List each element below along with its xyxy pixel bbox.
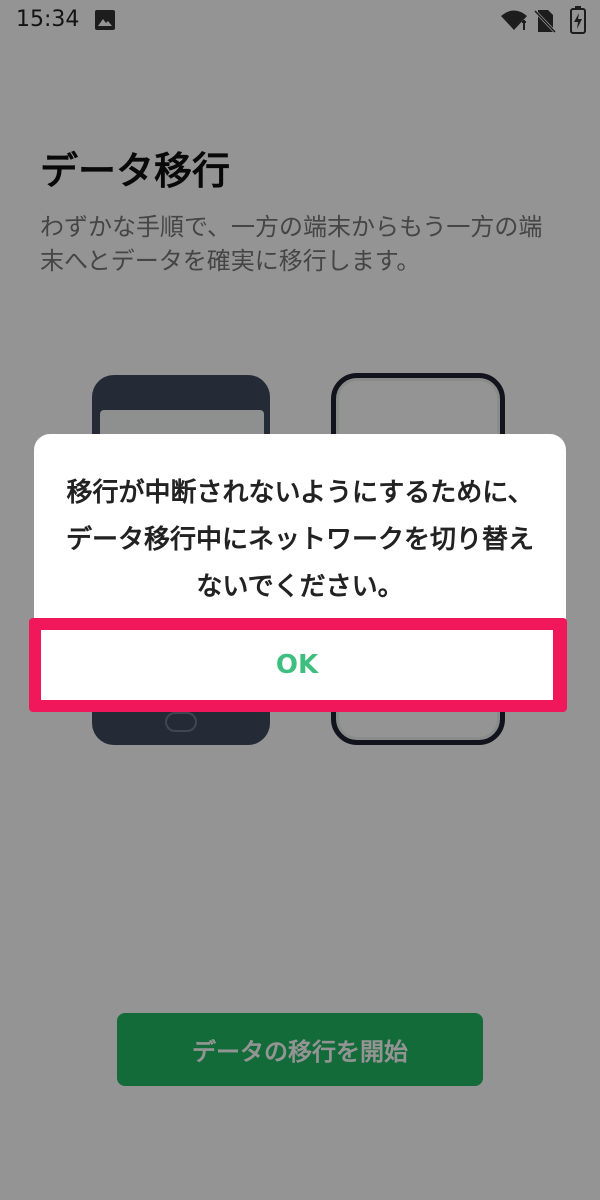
dialog-message: 移行が中断されないようにするために、データ移行中にネットワークを切り替えないでく… — [65, 478, 534, 602]
ok-button[interactable]: OK — [41, 630, 553, 700]
